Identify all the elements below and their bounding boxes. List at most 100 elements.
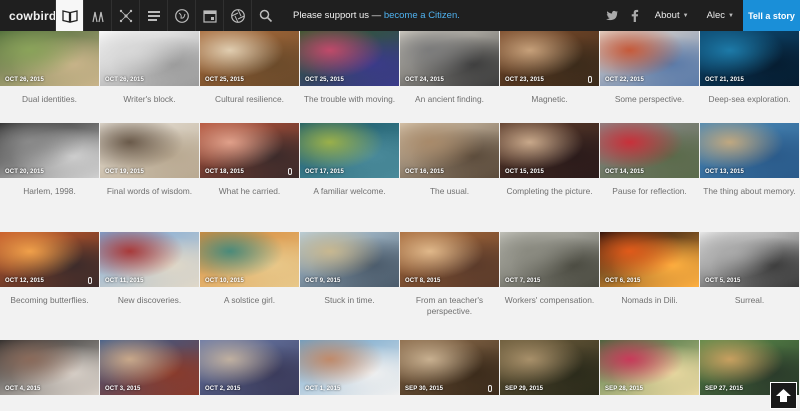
story-caption[interactable]: Final words of wisdom. — [100, 178, 199, 197]
story-thumbnail[interactable]: SEP 29, 2015 — [500, 340, 599, 395]
user-menu[interactable]: Alec ▼ — [698, 0, 743, 31]
story-thumbnail[interactable]: OCT 25, 2015 — [200, 31, 299, 86]
story-tile[interactable]: OCT 22, 2015 Some perspective. — [600, 31, 699, 105]
stories-nav-button[interactable] — [55, 0, 83, 31]
story-caption[interactable]: The trouble with moving. — [300, 86, 399, 105]
story-tile[interactable]: OCT 4, 2015 — [0, 340, 99, 395]
story-thumbnail[interactable]: OCT 18, 2015 — [200, 123, 299, 178]
story-thumbnail[interactable]: OCT 2, 2015 — [200, 340, 299, 395]
story-thumbnail[interactable]: OCT 24, 2015 — [400, 31, 499, 86]
story-caption[interactable]: An ancient finding. — [400, 86, 499, 105]
story-tile[interactable]: OCT 20, 2015 Harlem, 1998. — [0, 123, 99, 197]
story-caption[interactable]: Deep-sea exploration. — [700, 86, 799, 105]
story-tile[interactable]: OCT 12, 2015 Becoming butterflies. — [0, 232, 99, 306]
story-caption[interactable]: Becoming butterflies. — [0, 287, 99, 306]
story-caption[interactable]: The thing about memory. — [700, 178, 799, 197]
story-thumbnail[interactable]: OCT 21, 2015 — [700, 31, 799, 86]
story-thumbnail[interactable]: OCT 1, 2015 — [300, 340, 399, 395]
story-thumbnail[interactable]: OCT 19, 2015 — [100, 123, 199, 178]
story-tile[interactable]: SEP 29, 2015 — [500, 340, 599, 395]
story-caption[interactable]: Harlem, 1998. — [0, 178, 99, 197]
story-thumbnail[interactable]: OCT 17, 2015 — [300, 123, 399, 178]
story-thumbnail[interactable]: OCT 3, 2015 — [100, 340, 199, 395]
story-thumbnail[interactable]: OCT 12, 2015 — [0, 232, 99, 287]
people-nav-button[interactable] — [83, 0, 111, 31]
about-menu[interactable]: About ▼ — [646, 0, 698, 31]
story-tile[interactable]: OCT 15, 2015 Completing the picture. — [500, 123, 599, 197]
seeds-nav-button[interactable] — [139, 0, 167, 31]
story-tile[interactable]: OCT 17, 2015 A familiar welcome. — [300, 123, 399, 197]
story-caption[interactable]: Pause for reflection. — [600, 178, 699, 197]
story-thumbnail[interactable]: OCT 9, 2015 — [300, 232, 399, 287]
story-caption[interactable]: Magnetic. — [500, 86, 599, 105]
twitter-button[interactable] — [602, 0, 624, 31]
story-tile[interactable]: OCT 14, 2015 Pause for reflection. — [600, 123, 699, 197]
search-button[interactable] — [251, 0, 279, 31]
story-tile[interactable]: OCT 6, 2015 Nomads in Dili. — [600, 232, 699, 306]
story-tile[interactable]: OCT 3, 2015 — [100, 340, 199, 395]
story-thumbnail[interactable]: OCT 8, 2015 — [400, 232, 499, 287]
story-thumbnail[interactable]: OCT 22, 2015 — [600, 31, 699, 86]
story-caption[interactable]: Workers' compensation. — [500, 287, 599, 306]
story-caption[interactable]: Completing the picture. — [500, 178, 599, 197]
story-thumbnail[interactable]: SEP 28, 2015 — [600, 340, 699, 395]
network-nav-button[interactable] — [111, 0, 139, 31]
story-thumbnail[interactable]: OCT 26, 2015 — [100, 31, 199, 86]
story-tile[interactable]: OCT 7, 2015 Workers' compensation. — [500, 232, 599, 306]
become-citizen-link[interactable]: become a Citizen. — [384, 10, 460, 21]
story-caption[interactable]: What he carried. — [200, 178, 299, 197]
story-thumbnail[interactable]: SEP 30, 2015 — [400, 340, 499, 395]
story-thumbnail[interactable]: OCT 5, 2015 — [700, 232, 799, 287]
story-tile[interactable]: OCT 8, 2015 From an teacher's perspective… — [400, 232, 499, 317]
story-caption[interactable]: Dual identities. — [0, 86, 99, 105]
story-tile[interactable]: OCT 11, 2015 New discoveries. — [100, 232, 199, 306]
explore-nav-button[interactable] — [223, 0, 251, 31]
story-tile[interactable]: SEP 28, 2015 — [600, 340, 699, 395]
story-caption[interactable]: The usual. — [400, 178, 499, 197]
story-thumbnail[interactable]: OCT 13, 2015 — [700, 123, 799, 178]
story-tile[interactable]: OCT 10, 2015 A solstice girl. — [200, 232, 299, 306]
story-tile[interactable]: OCT 9, 2015 Stuck in time. — [300, 232, 399, 306]
story-tile[interactable]: OCT 25, 2015 Cultural resilience. — [200, 31, 299, 105]
story-tile[interactable]: OCT 21, 2015 Deep-sea exploration. — [700, 31, 799, 105]
story-tile[interactable]: OCT 26, 2015 Writer's block. — [100, 31, 199, 105]
story-tile[interactable]: OCT 1, 2015 — [300, 340, 399, 395]
story-caption[interactable]: New discoveries. — [100, 287, 199, 306]
story-thumbnail[interactable]: OCT 15, 2015 — [500, 123, 599, 178]
facebook-button[interactable] — [624, 0, 646, 31]
cowbird-logo[interactable]: cowbird — [0, 9, 56, 23]
calendar-nav-button[interactable] — [195, 0, 223, 31]
story-caption[interactable]: A solstice girl. — [200, 287, 299, 306]
story-caption[interactable]: A familiar welcome. — [300, 178, 399, 197]
story-tile[interactable]: OCT 16, 2015 The usual. — [400, 123, 499, 197]
story-thumbnail[interactable]: OCT 14, 2015 — [600, 123, 699, 178]
story-thumbnail[interactable]: OCT 26, 2015 — [0, 31, 99, 86]
scroll-to-top-button[interactable] — [770, 382, 797, 409]
tell-a-story-button[interactable]: Tell a story — [743, 0, 800, 31]
story-thumbnail[interactable]: OCT 7, 2015 — [500, 232, 599, 287]
story-caption[interactable]: Surreal. — [700, 287, 799, 306]
globe-nav-button[interactable] — [167, 0, 195, 31]
story-tile[interactable]: OCT 26, 2015 Dual identities. — [0, 31, 99, 105]
story-tile[interactable]: OCT 5, 2015 Surreal. — [700, 232, 799, 306]
story-tile[interactable]: SEP 30, 2015 — [400, 340, 499, 395]
story-tile[interactable]: OCT 18, 2015 What he carried. — [200, 123, 299, 197]
story-caption[interactable]: Some perspective. — [600, 86, 699, 105]
story-thumbnail[interactable]: OCT 16, 2015 — [400, 123, 499, 178]
story-thumbnail[interactable]: OCT 6, 2015 — [600, 232, 699, 287]
story-tile[interactable]: OCT 25, 2015 The trouble with moving. — [300, 31, 399, 105]
story-tile[interactable]: OCT 24, 2015 An ancient finding. — [400, 31, 499, 105]
story-caption[interactable]: From an teacher's perspective. — [400, 287, 499, 317]
story-caption[interactable]: Writer's block. — [100, 86, 199, 105]
story-thumbnail[interactable]: OCT 10, 2015 — [200, 232, 299, 287]
story-tile[interactable]: OCT 19, 2015 Final words of wisdom. — [100, 123, 199, 197]
story-thumbnail[interactable]: OCT 4, 2015 — [0, 340, 99, 395]
story-caption[interactable]: Cultural resilience. — [200, 86, 299, 105]
story-tile[interactable]: OCT 13, 2015 The thing about memory. — [700, 123, 799, 197]
story-tile[interactable]: OCT 23, 2015 Magnetic. — [500, 31, 599, 105]
story-thumbnail[interactable]: OCT 25, 2015 — [300, 31, 399, 86]
story-thumbnail[interactable]: OCT 23, 2015 — [500, 31, 599, 86]
story-thumbnail[interactable]: OCT 20, 2015 — [0, 123, 99, 178]
story-caption[interactable]: Nomads in Dili. — [600, 287, 699, 306]
story-tile[interactable]: OCT 2, 2015 — [200, 340, 299, 395]
